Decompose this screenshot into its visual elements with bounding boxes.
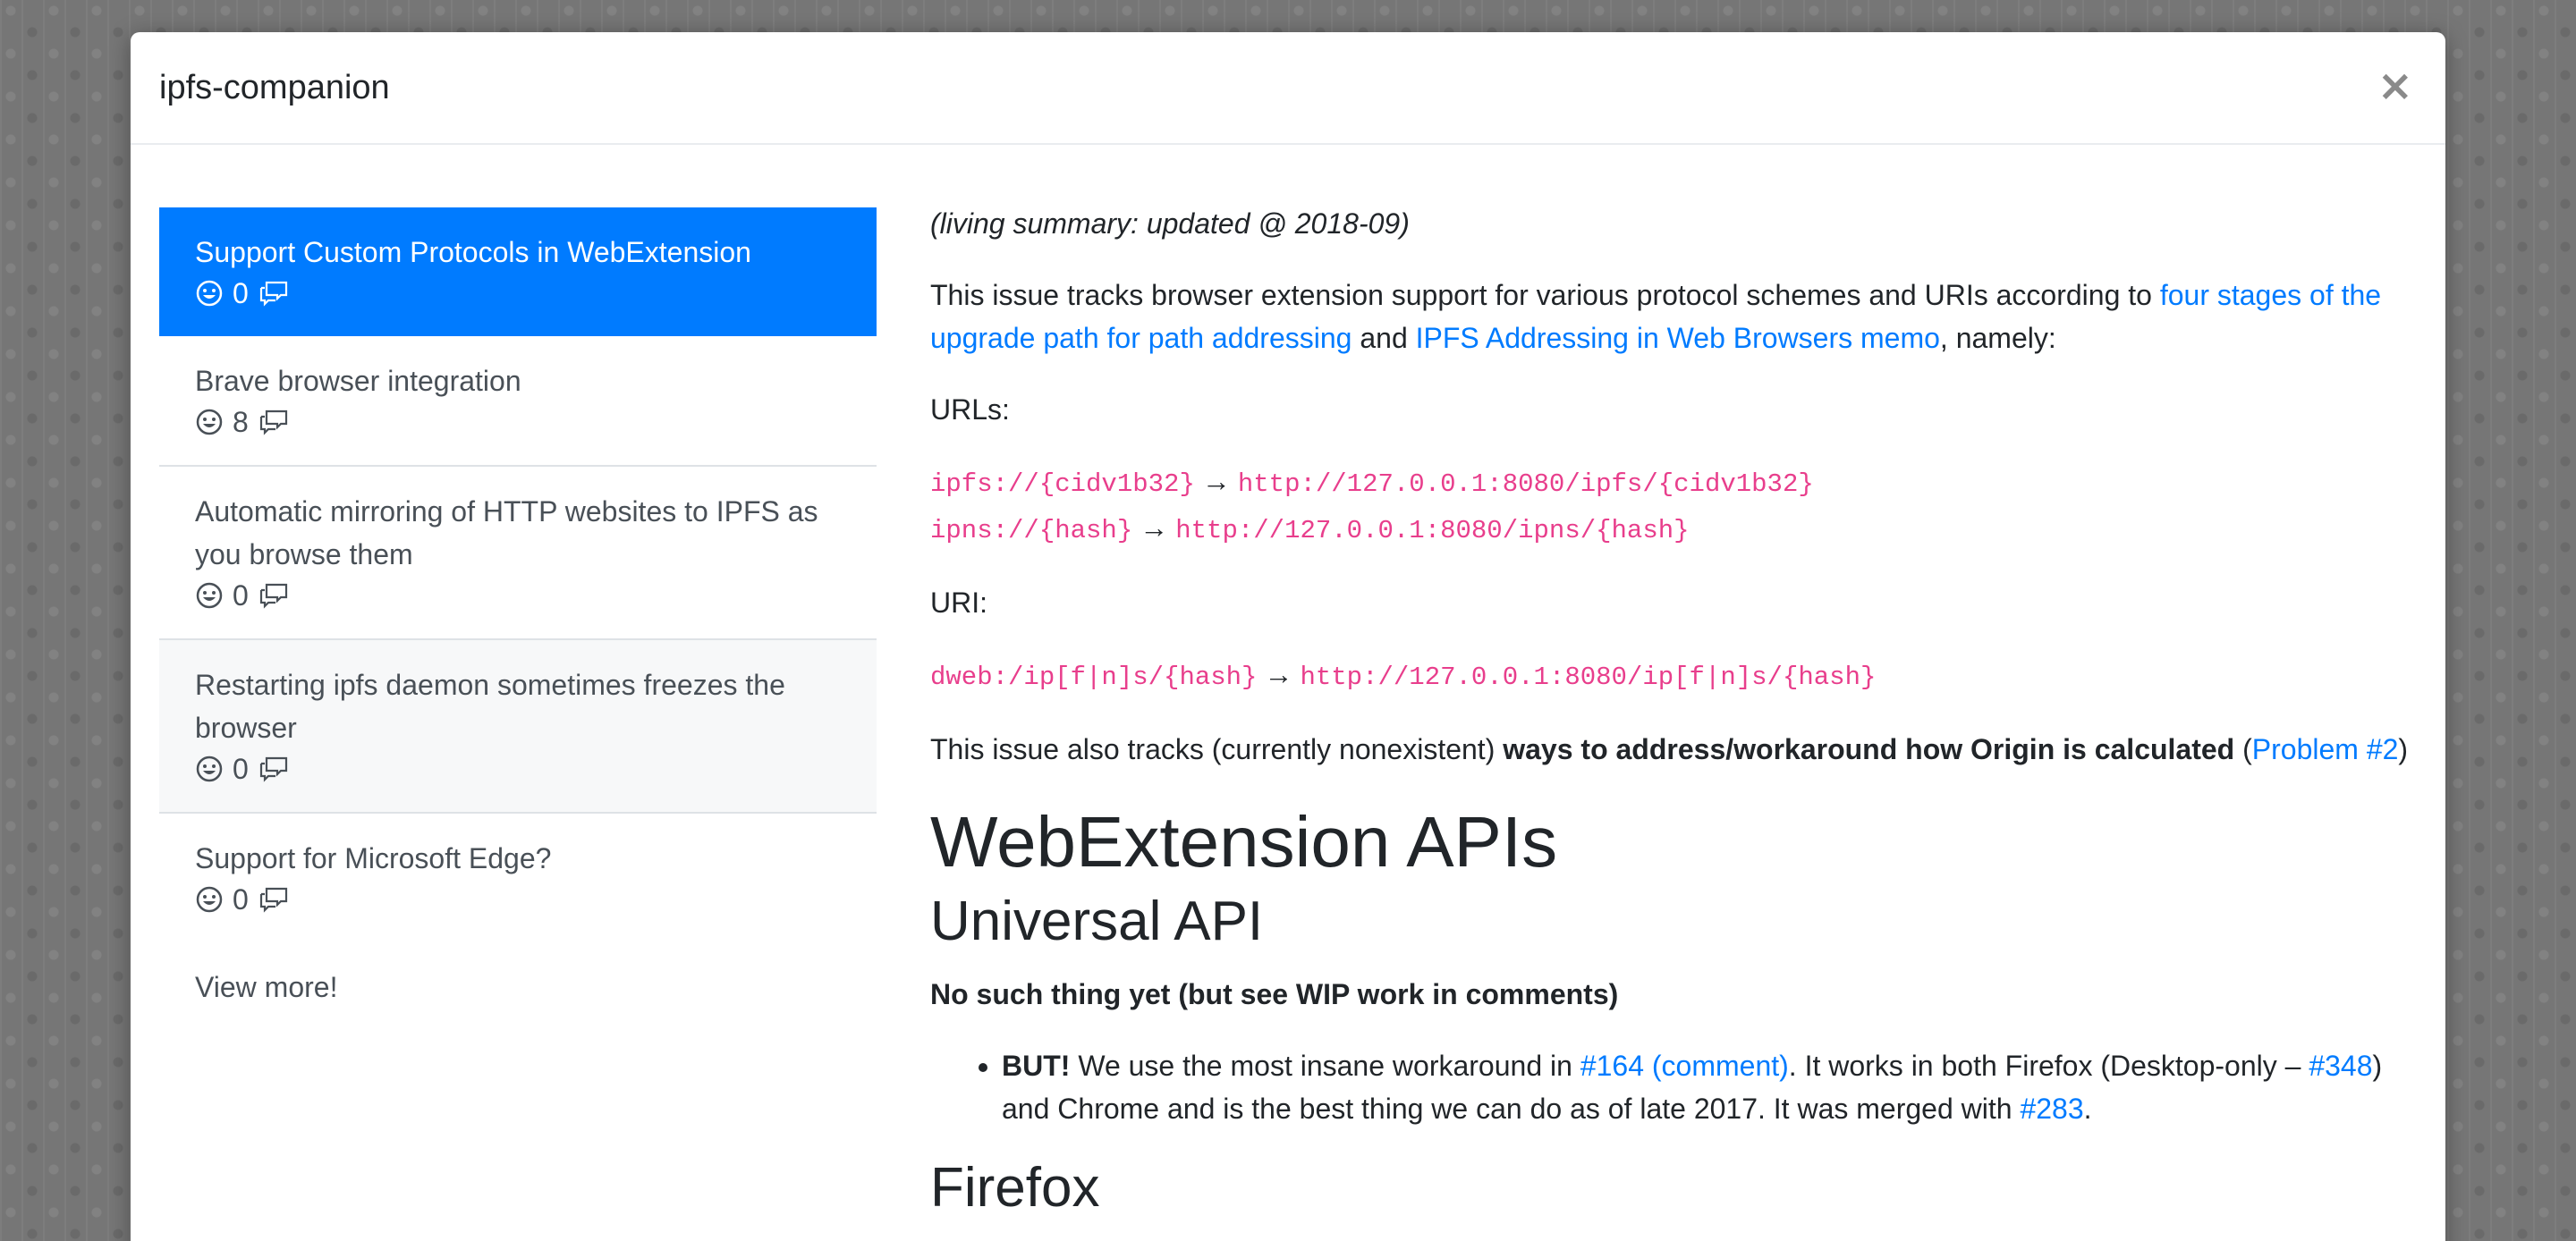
smiley-icon [195,885,224,914]
no-such-thing: No such thing yet (but see WIP work in c… [930,978,1619,1010]
dweb-gateway-code: http://127.0.0.1:8080/ip[f|n]s/{hash} [1300,663,1877,692]
issue-item-daemon-freeze[interactable]: Restarting ipfs daemon sometimes freezes… [159,640,877,814]
living-summary: (living summary: updated @ 2018-09) [930,207,1410,240]
ipfs-gateway-code: http://127.0.0.1:8080/ipfs/{cidv1b32} [1237,469,1814,499]
dweb-scheme-code: dweb:/ip[f|n]s/{hash} [930,663,1258,692]
workaround-list: BUT! We use the most insane workaround i… [930,1044,2415,1130]
comments-icon [258,885,290,914]
issue-meta: 0 [195,274,841,313]
issue-title: Support Custom Protocols in WebExtension [195,236,751,268]
problem-2-link[interactable]: Problem #2 [2252,733,2399,765]
close-button[interactable]: × [2370,57,2420,114]
issue-item-edge[interactable]: Support for Microsoft Edge? 0 [159,814,877,942]
view-more-label: View more! [195,971,338,1003]
reaction-count: 8 [233,406,249,438]
heading-universal-api: Universal API [930,891,1264,952]
issue-content: (living summary: updated @ 2018-09) This… [930,202,2415,1239]
issue-list: Support Custom Protocols in WebExtension… [159,207,877,1032]
issue-283-link[interactable]: #283 [2020,1093,2083,1125]
modal-title: ipfs-companion [159,69,390,106]
issue-meta: 8 [195,402,841,442]
ipfs-scheme-code: ipfs://{cidv1b32} [930,469,1195,499]
issue-item-custom-protocols[interactable]: Support Custom Protocols in WebExtension… [159,207,877,336]
issue-meta: 0 [195,749,841,789]
heading-webextension-apis: WebExtension APIs [930,802,1558,882]
reaction-count: 0 [233,579,249,612]
issue-164-link[interactable]: #164 (comment) [1580,1050,1789,1082]
ipns-scheme-code: ipns://{hash} [930,516,1133,545]
origin-paragraph: This issue also tracks (currently nonexi… [930,733,2409,765]
issue-item-brave[interactable]: Brave browser integration 8 [159,336,877,467]
issue-title: Automatic mirroring of HTTP websites to … [195,495,818,570]
intro-paragraph: This issue tracks browser extension supp… [930,279,2382,354]
uri-label: URI: [930,587,987,619]
issue-meta: 0 [195,576,841,615]
arrow-icon: → [1140,511,1169,544]
reaction-count: 0 [233,883,249,916]
comments-icon [258,279,290,308]
issue-title: Support for Microsoft Edge? [195,842,552,874]
urls-label: URLs: [930,393,1010,426]
smiley-icon [195,755,224,783]
comments-icon [258,408,290,436]
smiley-icon [195,581,224,610]
issue-meta: 0 [195,880,841,919]
reaction-count: 0 [233,753,249,785]
issue-modal: ipfs-companion × Support Custom Protocol… [131,32,2445,1241]
ipns-gateway-code: http://127.0.0.1:8080/ipns/{hash} [1175,516,1690,545]
uri-mapping: dweb:/ip[f|n]s/{hash} → http://127.0.0.1:8… [930,653,2415,699]
comments-icon [258,755,290,783]
smiley-icon [195,279,224,308]
reaction-count: 0 [233,277,249,309]
comments-icon [258,581,290,610]
url-mappings: ipfs://{cidv1b32} → http://127.0.0.1:8080/… [930,460,2415,553]
arrow-icon: → [1201,465,1231,497]
issue-title: Restarting ipfs daemon sometimes freezes… [195,669,785,744]
heading-firefox: Firefox [930,1157,1100,1219]
list-item: BUT! We use the most insane workaround i… [1002,1044,2415,1130]
view-more-button[interactable]: View more! [159,942,877,1032]
smiley-icon [195,408,224,436]
issue-item-mirroring[interactable]: Automatic mirroring of HTTP websites to … [159,467,877,640]
modal-header: ipfs-companion × [131,32,2445,145]
modal-body: Support Custom Protocols in WebExtension… [131,145,2445,1241]
issue-348-link[interactable]: #348 [2309,1050,2372,1082]
addressing-memo-link[interactable]: IPFS Addressing in Web Browsers memo [1416,322,1940,354]
issue-title: Brave browser integration [195,365,521,397]
arrow-icon: → [1264,658,1293,690]
